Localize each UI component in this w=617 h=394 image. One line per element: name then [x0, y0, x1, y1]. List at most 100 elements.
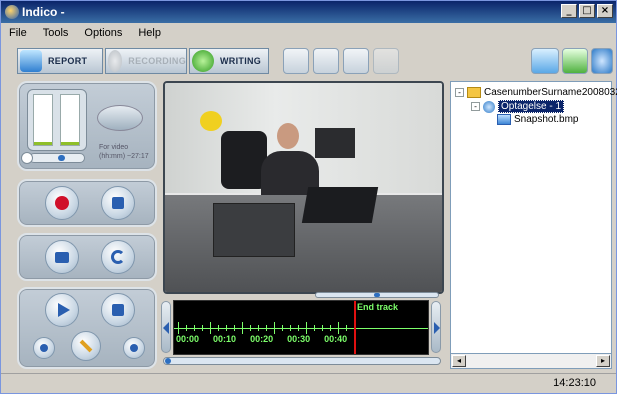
timeline-tick	[202, 325, 203, 331]
folder-icon	[467, 87, 481, 98]
menu-file[interactable]: File	[1, 27, 35, 39]
timeline-scroll[interactable]	[163, 357, 441, 365]
timeline-tick	[314, 325, 315, 331]
collapse-icon[interactable]: -	[471, 102, 480, 111]
tree-root[interactable]: - CasenumberSurname2008032512	[455, 86, 617, 99]
tree-leaf-label: Snapshot.bmp	[514, 114, 579, 125]
tools-icon[interactable]	[373, 48, 399, 74]
timeline-tick	[274, 322, 275, 334]
app-icon	[5, 5, 19, 19]
toolbar: REPORT RECORDING WRITING	[1, 43, 616, 79]
video-label: For video	[99, 144, 129, 151]
video-person-head	[277, 123, 299, 149]
video-time: (hh:mm) ~27:17	[99, 153, 149, 160]
end-track-label: End track	[357, 302, 399, 312]
video-slider-thumb[interactable]	[374, 293, 380, 297]
play-icon	[57, 303, 70, 317]
report-icon	[20, 50, 42, 72]
recording-button[interactable]: RECORDING	[105, 48, 187, 74]
status-clock: 14:23:10	[553, 377, 596, 389]
timeline-tick	[282, 325, 283, 331]
timeline-tick	[322, 325, 323, 331]
timeline-tick	[250, 325, 251, 331]
forward-button[interactable]	[123, 337, 145, 359]
stop-record-button[interactable]	[101, 186, 135, 220]
video-info: For video (hh:mm) ~27:17	[99, 143, 149, 161]
tree-child[interactable]: - Optagelse - 1	[471, 100, 565, 113]
timeline-tick	[226, 325, 227, 331]
rotate-button[interactable]	[101, 240, 135, 274]
timeline-tick	[258, 325, 259, 331]
tick-label: 00:30	[287, 334, 311, 344]
pencil-icon[interactable]	[562, 48, 588, 74]
timeline-right-button[interactable]	[431, 301, 441, 353]
timeline-track[interactable]: End track 00:00 00:10 00:20 00:30 00:40	[173, 300, 429, 355]
marker-button[interactable]	[71, 331, 101, 361]
refresh-icon[interactable]	[313, 48, 339, 74]
menu-options[interactable]: Options	[76, 27, 130, 39]
timeline-tick	[338, 322, 339, 334]
scroll-left-arrow[interactable]: ◂	[452, 355, 466, 367]
scroll-right-arrow[interactable]: ▸	[596, 355, 610, 367]
recording-node-icon	[483, 100, 495, 113]
video-laptop	[301, 187, 379, 223]
record-button[interactable]	[45, 186, 79, 220]
playback-panel	[17, 287, 157, 369]
writing-button[interactable]: WRITING	[189, 48, 269, 74]
record-icon	[55, 196, 69, 210]
collapse-icon[interactable]: -	[455, 88, 464, 97]
level-meter	[27, 89, 87, 151]
tick-label: 00:10	[213, 334, 237, 344]
timeline-tick	[306, 322, 307, 334]
timeline-tick	[186, 325, 187, 331]
rewind-button[interactable]	[33, 337, 55, 359]
rotate-icon	[111, 250, 125, 264]
speaker-icon[interactable]	[21, 152, 33, 164]
video-yellow-object	[200, 111, 222, 131]
timeline-line	[174, 328, 428, 329]
disc-icon[interactable]	[591, 48, 613, 74]
minimize-button[interactable]: _	[561, 4, 577, 18]
rewind-icon	[40, 344, 48, 352]
forward-icon	[130, 344, 138, 352]
timeline-tick	[234, 325, 235, 331]
volume-slider[interactable]	[29, 153, 85, 163]
timeline-left-button[interactable]	[161, 301, 171, 353]
report-label: REPORT	[48, 56, 88, 66]
timeline-cursor	[354, 301, 356, 354]
close-button[interactable]: ×	[597, 4, 613, 18]
tree-leaf[interactable]: Snapshot.bmp	[497, 113, 579, 126]
tree-horizontal-scrollbar[interactable]: ◂ ▸	[450, 353, 612, 369]
menu-help[interactable]: Help	[130, 27, 169, 39]
timeline-tick	[178, 322, 179, 334]
report-button[interactable]: REPORT	[17, 48, 103, 74]
tree-child-label: Optagelse - 1	[498, 100, 565, 113]
menu-bar: File Tools Options Help	[1, 23, 616, 43]
level-bar-left	[33, 94, 53, 146]
check-icon	[192, 50, 214, 72]
maximize-button[interactable]: □	[579, 4, 595, 18]
snapshot-panel	[17, 233, 157, 281]
snapshot-button[interactable]	[45, 240, 79, 274]
mail-icon[interactable]	[531, 48, 559, 74]
tick-label: 00:00	[176, 334, 200, 344]
timeline-tick	[346, 325, 347, 331]
play-button[interactable]	[45, 293, 79, 327]
status-bar: 14:23:10	[1, 373, 616, 393]
video-slider[interactable]	[315, 292, 439, 298]
video-preview	[163, 81, 444, 294]
stop-button[interactable]	[101, 293, 135, 327]
case-tree: - CasenumberSurname2008032512 - Optagels…	[450, 81, 617, 369]
timeline-tick	[194, 325, 195, 331]
tick-label: 00:20	[250, 334, 274, 344]
timeline-tick	[330, 325, 331, 331]
level-panel: For video (hh:mm) ~27:17	[17, 81, 157, 171]
document-add-icon[interactable]	[283, 48, 309, 74]
volume-thumb[interactable]	[58, 155, 65, 161]
pie-chart-icon	[97, 105, 143, 131]
menu-tools[interactable]: Tools	[35, 27, 77, 39]
timeline-scroll-thumb[interactable]	[165, 358, 171, 364]
timeline-tick	[218, 325, 219, 331]
print-icon[interactable]	[343, 48, 369, 74]
video-bag	[315, 128, 355, 158]
